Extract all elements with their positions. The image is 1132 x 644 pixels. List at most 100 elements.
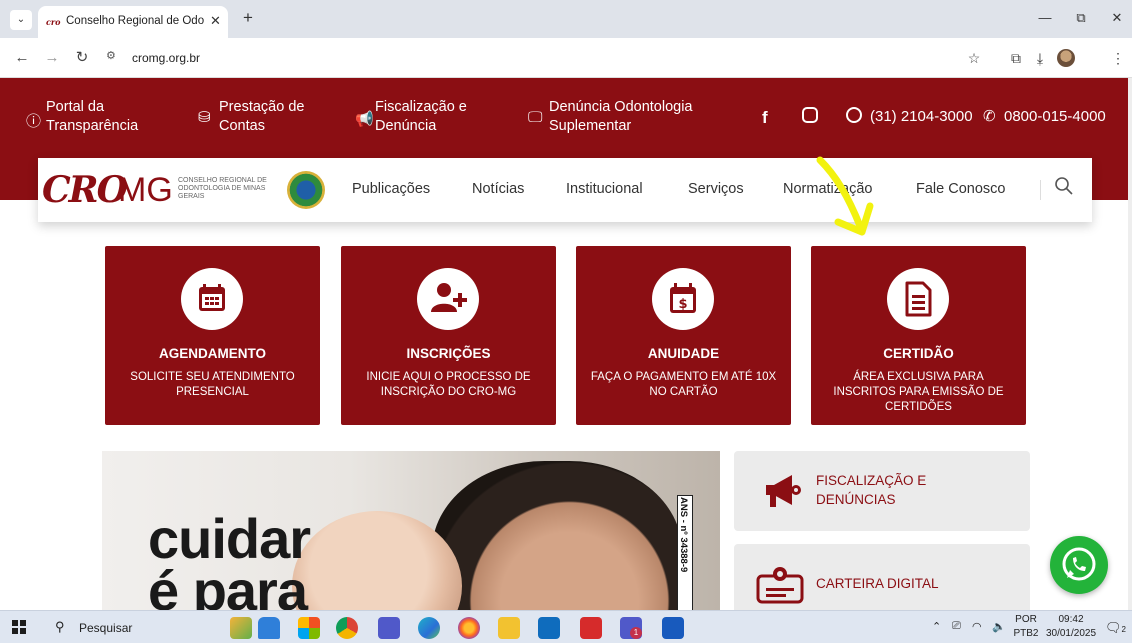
minimize-button[interactable]: — [1030, 8, 1060, 28]
whatsapp-icon [1062, 547, 1096, 581]
nav-link-noticias[interactable]: Notícias [472, 181, 524, 197]
nav-link-institucional[interactable]: Institucional [566, 181, 643, 197]
clock-date: 30/01/2025 [1045, 628, 1097, 639]
download-icon[interactable]: ⤓ [1030, 48, 1050, 68]
phone-icon: ✆ [983, 108, 996, 125]
tab-close-icon[interactable]: ✕ [210, 13, 224, 29]
search-icon[interactable] [1054, 176, 1076, 202]
input-language[interactable]: POR PTB2 [1012, 613, 1040, 641]
logo-subtitle: CONSELHO REGIONAL DE ODONTOLOGIA DE MINA… [178, 177, 267, 200]
taskbar-clock[interactable]: 09:42 30/01/2025 [1042, 613, 1100, 641]
tile-fiscalizacao[interactable]: FISCALIZAÇÃO E DENÚNCIAS [734, 451, 1030, 531]
tab-search-button[interactable]: ⌄ [10, 10, 32, 30]
taskbar-chrome-icon[interactable] [336, 617, 358, 639]
topbar-link-prestacao[interactable]: Prestação de Contas [219, 98, 304, 136]
topbar-link-denuncia-suplementar[interactable]: Denúncia Odontologia Suplementar [549, 98, 693, 136]
taskbar-teams-classic-icon[interactable]: 1 [620, 617, 642, 639]
browser-tab-strip: ⌄ cro Conselho Regional de Odontolc ✕ + … [0, 0, 1132, 38]
topbar-link-portal[interactable]: Portal da Transparência [46, 98, 138, 136]
address-bar[interactable]: ⚙ cromg.org.br [100, 44, 1000, 72]
topbar-link-line: Contas [219, 118, 265, 134]
card-agendamento[interactable]: AGENDAMENTO SOLICITE SEU ATENDIMENTO PRE… [105, 246, 320, 425]
logo-mg[interactable]: MG [118, 172, 173, 208]
card-anuidade[interactable]: $ ANUIDADE FAÇA O PAGAMENTO EM ATÉ 10X N… [576, 246, 791, 425]
info-icon: ⓘ [26, 113, 42, 130]
taskbar-search-placeholder: Pesquisar [79, 621, 133, 635]
taskbar-teams-icon[interactable] [378, 617, 400, 639]
web-page: ⓘ Portal da Transparência ⛁ Prestação de… [0, 78, 1132, 610]
page-scrollbar[interactable] [1128, 78, 1132, 610]
hero-headline-line: cuidar [148, 507, 311, 570]
language-code: POR [1015, 614, 1037, 625]
instagram-icon[interactable] [802, 107, 818, 123]
notifications-icon[interactable]: 🗨2 [1105, 620, 1126, 636]
hero-banner[interactable]: cuidar é para ANS - nº 34388-9 [102, 451, 720, 610]
nav-divider [1040, 180, 1041, 200]
card-certidao[interactable]: CERTIDÃO ÁREA EXCLUSIVA PARA INSCRITOS P… [811, 246, 1026, 425]
topbar-link-line: Fiscalização e [375, 99, 467, 115]
back-arrow-icon[interactable]: ← [12, 48, 32, 68]
url-text[interactable]: cromg.org.br [132, 51, 200, 65]
logo-cro-mark[interactable]: CRO [42, 172, 128, 208]
volume-icon[interactable]: 🔈 [992, 620, 1006, 633]
megaphone-icon [766, 475, 801, 507]
new-tab-button[interactable]: + [238, 8, 258, 28]
calendar-icon [181, 268, 243, 330]
profile-avatar[interactable] [1057, 49, 1075, 67]
wifi-icon[interactable]: ◠ [972, 620, 982, 633]
card-title: AGENDAMENTO [158, 346, 266, 361]
taskbar-search[interactable]: ⚲ Pesquisar [45, 611, 255, 644]
bookmark-star-icon[interactable]: ☆ [964, 48, 984, 68]
browser-tab[interactable]: cro Conselho Regional de Odontolc ✕ [38, 6, 228, 38]
card-description: INICIE AQUI O PROCESSO DE INSCRIÇÃO DO C… [366, 371, 531, 398]
taskbar-word-icon[interactable] [662, 617, 684, 639]
tile-carteira-digital[interactable]: CARTEIRA DIGITAL [734, 544, 1030, 610]
nav-link-servicos[interactable]: Serviços [688, 181, 744, 197]
coins-icon: ⛁ [198, 109, 211, 126]
topbar-link-fiscalizacao[interactable]: Fiscalização e Denúncia [375, 98, 467, 136]
tray-overflow-icon[interactable]: ⌃ [932, 620, 941, 633]
taskbar-app-store-icon[interactable] [258, 617, 280, 639]
tray-meet-icon[interactable]: ⎚ [952, 620, 961, 633]
extensions-icon[interactable]: ⧉ [1006, 48, 1026, 68]
hero-headline: cuidar é para [148, 507, 311, 611]
topbar-link-line: Denúncia Odontologia [549, 99, 693, 115]
more-menu-icon[interactable]: ⋮ [1108, 48, 1128, 68]
whatsapp-icon [846, 107, 862, 123]
windows-start-icon[interactable] [12, 620, 26, 634]
restore-button[interactable]: ⧉ [1066, 8, 1096, 28]
nav-link-fale-conosco[interactable]: Fale Conosco [916, 181, 1005, 197]
card-description: FAÇA O PAGAMENTO EM ATÉ 10X NO CARTÃO [590, 371, 777, 398]
card-description: ÁREA EXCLUSIVA PARA INSCRITOS PARA EMISS… [833, 371, 1004, 413]
document-icon [887, 268, 949, 330]
ans-registration-text: ANS - nº 34388-9 [678, 497, 689, 573]
card-inscricoes[interactable]: INSCRIÇÕES INICIE AQUI O PROCESSO DE INS… [341, 246, 556, 425]
nav-link-publicacoes[interactable]: Publicações [352, 181, 430, 197]
tile-label: CARTEIRA DIGITAL [816, 576, 939, 591]
site-settings-icon[interactable]: ⚙ [106, 49, 122, 65]
tab-title: Conselho Regional de Odontolc [66, 15, 204, 27]
windows-taskbar: ⚲ Pesquisar 1 ⌃ ⎚ ◠ 🔈 POR PTB2 09:42 30/… [0, 610, 1132, 643]
taskbar-file-explorer-icon[interactable] [498, 617, 520, 639]
address-bar-row: ← → ↻ ⚙ cromg.org.br ☆ ⧉ | ⤓ ⋮ [0, 38, 1132, 78]
search-highlight-icon [230, 617, 252, 639]
taskbar-acrobat-icon[interactable] [580, 617, 602, 639]
card-title: INSCRIÇÕES [406, 346, 491, 361]
facebook-icon[interactable]: f [762, 108, 768, 128]
topbar-link-line: Portal da [46, 99, 105, 115]
whatsapp-phone[interactable]: (31) 2104-3000 [870, 108, 973, 125]
hero-photo-man [432, 461, 682, 610]
user-plus-icon [417, 268, 479, 330]
whatsapp-float-button[interactable] [1050, 536, 1108, 594]
megaphone-icon: 📢 [355, 111, 374, 128]
phone-number[interactable]: 0800-015-4000 [1004, 108, 1106, 125]
taskbar-firefox-icon[interactable] [458, 617, 480, 639]
close-window-button[interactable]: ✕ [1102, 8, 1132, 28]
taskbar-outlook-icon[interactable] [538, 617, 560, 639]
reload-icon[interactable]: ↻ [72, 48, 92, 68]
forward-arrow-icon[interactable]: → [42, 48, 62, 68]
search-icon: ⚲ [55, 619, 65, 634]
taskbar-copilot-icon[interactable] [298, 617, 320, 639]
topbar-link-line: Suplementar [549, 118, 632, 134]
taskbar-edge-icon[interactable] [418, 617, 440, 639]
